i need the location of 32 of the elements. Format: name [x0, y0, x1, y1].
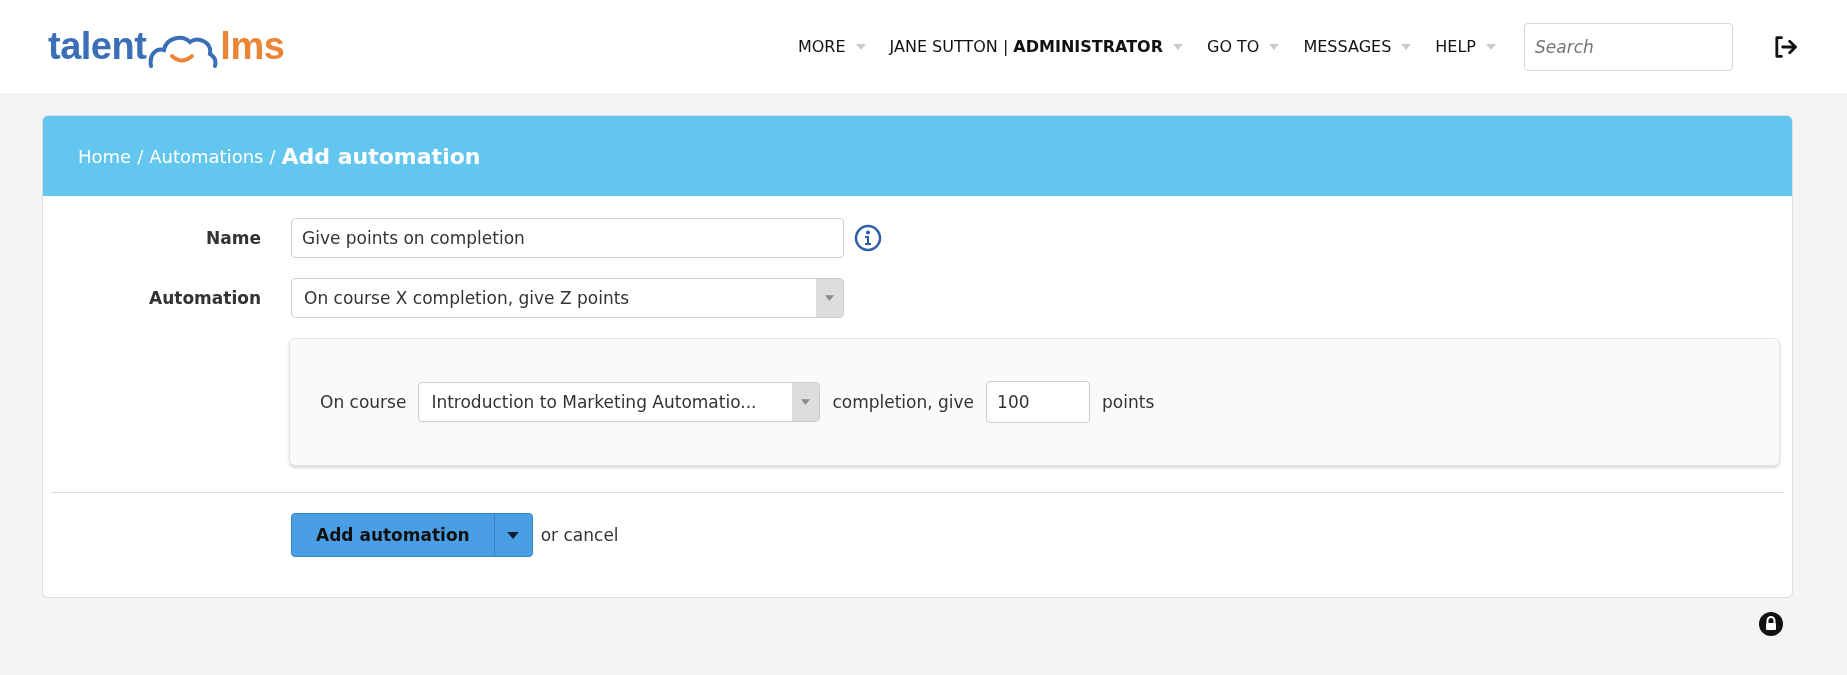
nav-menu[interactable]: JANE SUTTON | ADMINISTRATOR [889, 37, 1183, 56]
caret-icon [507, 531, 520, 539]
rule-text: points [1102, 392, 1155, 412]
logo-text: talent [48, 25, 147, 68]
caret-icon [801, 399, 811, 405]
name-field[interactable]: Give points on completion [291, 218, 844, 258]
page-title: Add automation [281, 143, 481, 169]
search-field[interactable]: Search [1524, 22, 1733, 71]
course-dropdown[interactable]: Introduction to Marketing Automatio... [418, 382, 821, 422]
points-field[interactable]: 100 [986, 381, 1091, 423]
lock-icon[interactable] [1759, 612, 1783, 636]
cancel-link[interactable]: or cancel [540, 525, 619, 545]
caret-icon [825, 295, 834, 301]
caret-icon [1269, 43, 1280, 50]
breadcrumb-separator: / [137, 145, 144, 167]
nav-menu[interactable]: MESSAGES [1303, 37, 1412, 56]
add-automation-button[interactable]: Add automation [291, 513, 533, 557]
field-label: Name [205, 228, 262, 248]
caret-icon [1173, 43, 1183, 50]
nav-menu[interactable]: HELP [1435, 37, 1496, 56]
caret-icon [855, 43, 866, 50]
automation-dropdown[interactable]: On course X completion, give Z points [291, 278, 844, 318]
field-label: Automation [148, 288, 262, 308]
nav-menu[interactable]: MORE [797, 37, 866, 56]
caret-icon [1486, 43, 1496, 50]
logo-text: lms [220, 25, 285, 68]
nav-menu[interactable]: GO TO [1207, 37, 1280, 56]
rule-text: completion, give [832, 392, 975, 412]
caret-icon [1401, 43, 1412, 50]
breadcrumb-separator: / [269, 145, 276, 167]
rule-text: On course [320, 392, 407, 412]
info-icon[interactable] [854, 224, 882, 252]
